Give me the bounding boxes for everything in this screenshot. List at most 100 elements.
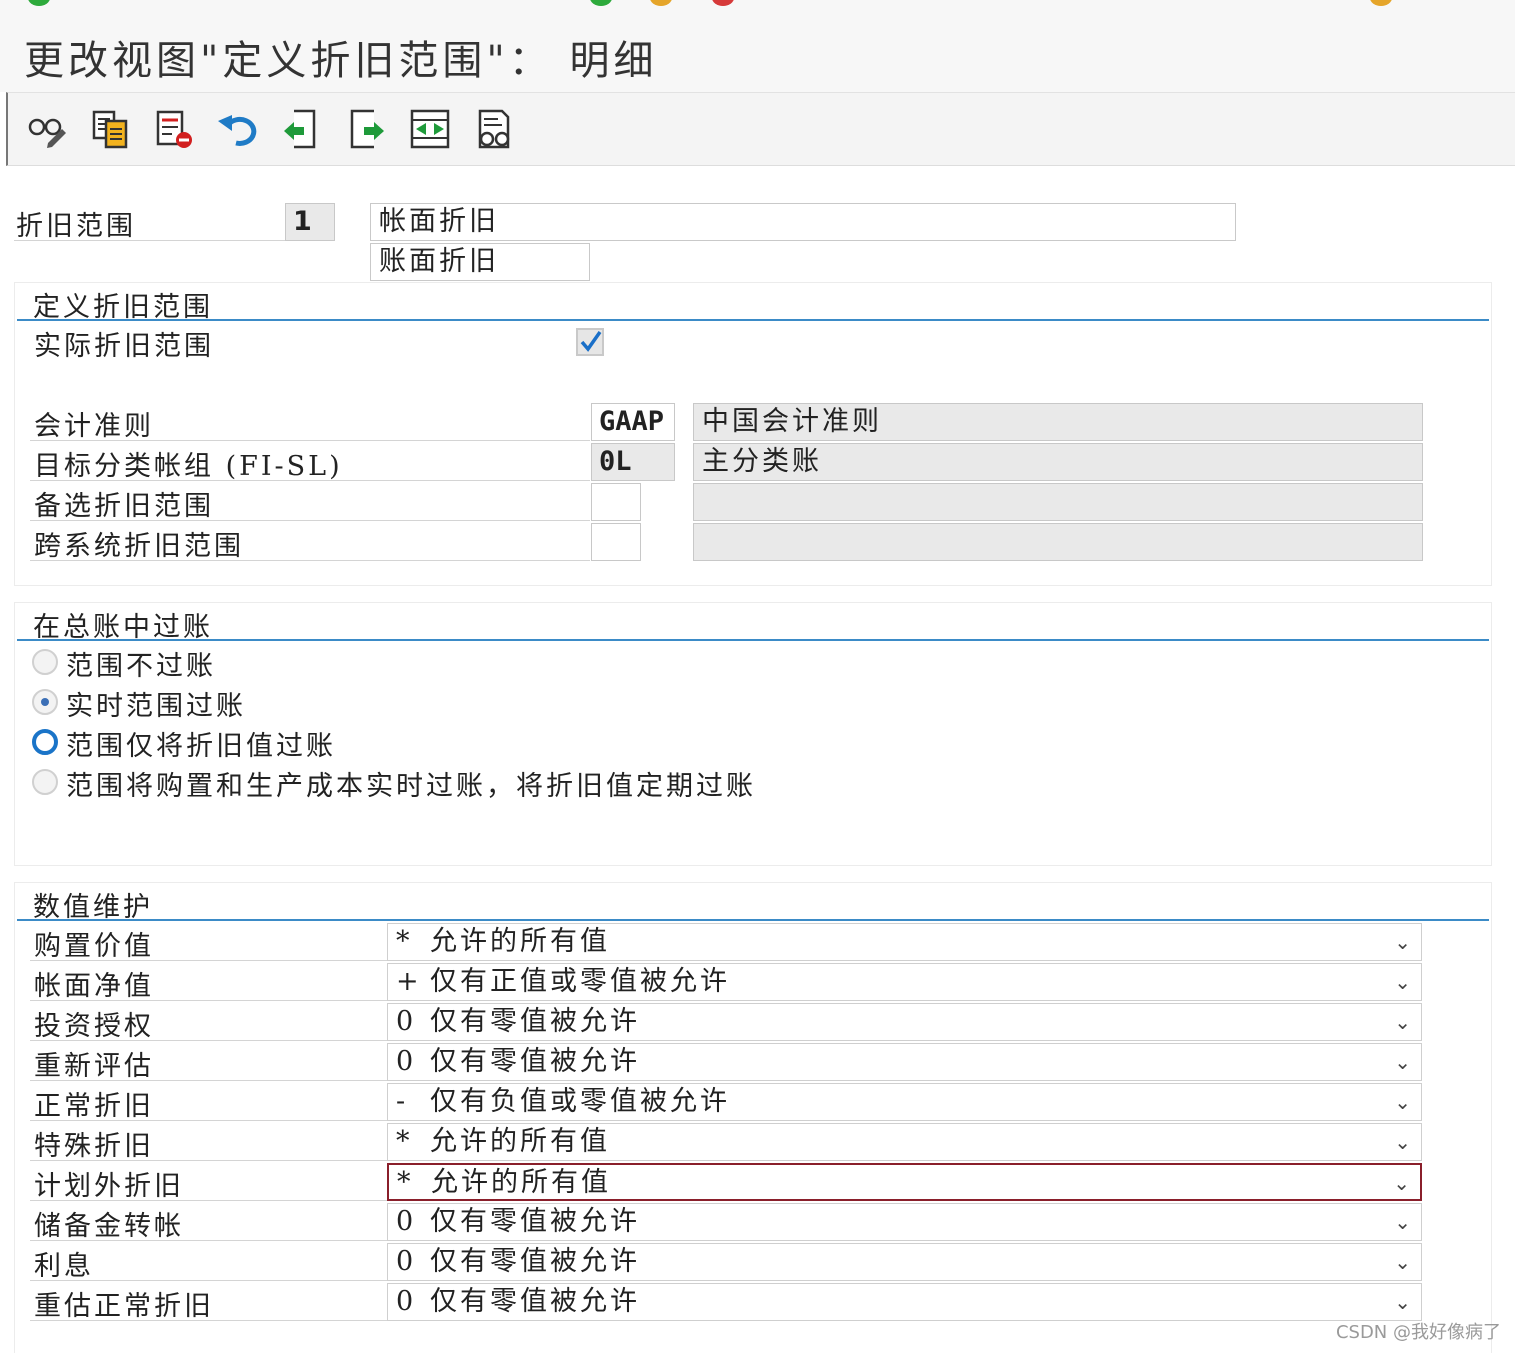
target-ledger-group-text: 主分类账 [693,443,1423,481]
chevron-down-icon[interactable]: ⌄ [1394,1204,1411,1240]
radio-label: 范围将购置和生产成本实时过账，将折旧值定期过账 [66,771,756,802]
previous-entry-icon[interactable] [278,105,326,153]
checkmark-icon [580,330,602,352]
alternative-area-text [693,483,1423,521]
dropdown-text: 仅有零值被允许 [430,1006,640,1037]
next-entry-icon[interactable] [342,105,390,153]
revaluation-dropdown[interactable]: 0 仅有零值被允许 ⌄ [387,1043,1422,1081]
dropdown-code: 0 [396,1206,417,1237]
group-divider [17,919,1489,921]
dropdown-text: 仅有零值被允许 [430,1286,640,1317]
dropdown-text: 允许的所有值 [431,1167,611,1198]
transfer-of-reserves-label: 储备金转帐 [34,1211,184,1242]
accounting-principle-text: 中国会计准则 [693,403,1423,441]
label-underline [30,480,590,481]
dropdown-code: - [396,1086,409,1117]
copy-icon[interactable] [86,105,134,153]
radio-realtime-posting[interactable] [32,689,58,715]
real-area-label: 实际折旧范围 [34,331,214,362]
unplanned-depreciation-dropdown[interactable]: * 允许的所有值 ⌄ [387,1163,1422,1201]
chevron-down-icon[interactable]: ⌄ [1394,924,1411,960]
unplanned-depreciation-label: 计划外折旧 [34,1171,184,1202]
chevron-down-icon[interactable]: ⌄ [1394,1004,1411,1040]
cross-system-area-label: 跨系统折旧范围 [34,531,244,562]
radio-no-posting[interactable] [32,649,58,675]
ordinary-depreciation-dropdown[interactable]: - 仅有负值或零值被允许 ⌄ [387,1083,1422,1121]
dropdown-code: * [397,1167,414,1198]
alternative-area-code[interactable] [591,483,641,521]
label-underline [30,1320,387,1321]
chevron-down-icon[interactable]: ⌄ [1394,964,1411,1000]
application-toolbar [6,92,1515,166]
dropdown-code: 0 [396,1286,417,1317]
dropdown-text: 仅有零值被允许 [430,1046,640,1077]
accounting-principle-label: 会计准则 [34,411,154,442]
special-depreciation-dropdown[interactable]: * 允许的所有值 ⌄ [387,1123,1422,1161]
interest-dropdown[interactable]: 0 仅有零值被允许 ⌄ [387,1243,1422,1281]
target-ledger-group-label: 目标分类帐组 (FI-SL) [34,451,343,482]
radio-label: 实时范围过账 [66,691,246,722]
label-underline [30,1240,387,1241]
label-underline [14,240,286,241]
select-block-icon[interactable] [406,105,454,153]
label-underline [30,1000,387,1001]
label-underline [30,560,590,561]
cross-system-area-code[interactable] [591,523,641,561]
label-underline [30,1160,387,1161]
chevron-down-icon[interactable]: ⌄ [1394,1124,1411,1160]
net-book-value-dropdown[interactable]: + 仅有正值或零值被允许 ⌄ [387,963,1422,1001]
revaluation-ordinary-depreciation-label: 重估正常折旧 [34,1291,214,1322]
page-title: 更改视图"定义折旧范围"： 明细 [24,38,658,84]
delete-icon[interactable] [150,105,198,153]
display-change-icon[interactable] [22,105,70,153]
radio-apc-realtime-depr-periodic[interactable] [32,769,58,795]
chevron-down-icon[interactable]: ⌄ [1394,1244,1411,1280]
dropdown-text: 允许的所有值 [430,1126,610,1157]
investment-grants-label: 投资授权 [34,1011,154,1042]
label-underline [30,1040,387,1041]
dropdown-code: 0 [396,1006,417,1037]
revaluation-label: 重新评估 [34,1051,154,1082]
label-underline [30,1280,387,1281]
group-divider [17,639,1489,641]
investment-grants-dropdown[interactable]: 0 仅有零值被允许 ⌄ [387,1003,1422,1041]
label-underline [30,440,590,441]
special-depreciation-label: 特殊折旧 [34,1131,154,1162]
undo-icon[interactable] [214,105,262,153]
area-description-short-field[interactable]: 账面折旧 [370,243,590,281]
real-area-checkbox[interactable] [576,328,604,356]
title-bar: 更改视图"定义折旧范围"： 明细 [0,6,1515,92]
chevron-down-icon[interactable]: ⌄ [1393,1165,1410,1201]
dropdown-text: 允许的所有值 [430,926,610,957]
dropdown-code: * [396,926,413,957]
chevron-down-icon[interactable]: ⌄ [1394,1284,1411,1320]
radio-label: 范围仅将折旧值过账 [66,731,336,762]
alternative-area-label: 备选折旧范围 [34,491,214,522]
dropdown-code: + [396,966,422,997]
depreciation-area-number: 1 [285,203,335,241]
label-underline [30,960,387,961]
chevron-down-icon[interactable]: ⌄ [1394,1044,1411,1080]
net-book-value-label: 帐面净值 [34,971,154,1002]
dropdown-text: 仅有正值或零值被允许 [430,966,730,997]
depreciation-area-label: 折旧范围 [16,211,136,242]
accounting-principle-code[interactable]: GAAP [591,403,675,441]
label-underline [30,1120,387,1121]
acquisition-value-label: 购置价值 [34,931,154,962]
print-icon[interactable] [470,105,518,153]
chevron-down-icon[interactable]: ⌄ [1394,1084,1411,1120]
cross-system-area-text [693,523,1423,561]
revaluation-ordinary-depreciation-dropdown[interactable]: 0 仅有零值被允许 ⌄ [387,1283,1422,1321]
target-ledger-group-code: 0L [591,443,675,481]
watermark: CSDN @我好像病了 [1335,1322,1501,1343]
ordinary-depreciation-label: 正常折旧 [34,1091,154,1122]
label-underline [30,1080,387,1081]
dropdown-code: 0 [396,1046,417,1077]
acquisition-value-dropdown[interactable]: * 允许的所有值 ⌄ [387,923,1422,961]
dropdown-code: * [396,1126,413,1157]
radio-depreciation-only[interactable] [32,729,58,755]
transfer-of-reserves-dropdown[interactable]: 0 仅有零值被允许 ⌄ [387,1203,1422,1241]
radio-label: 范围不过账 [66,651,216,682]
dropdown-code: 0 [396,1246,417,1277]
area-description-long-field[interactable]: 帐面折旧 [370,203,1236,241]
